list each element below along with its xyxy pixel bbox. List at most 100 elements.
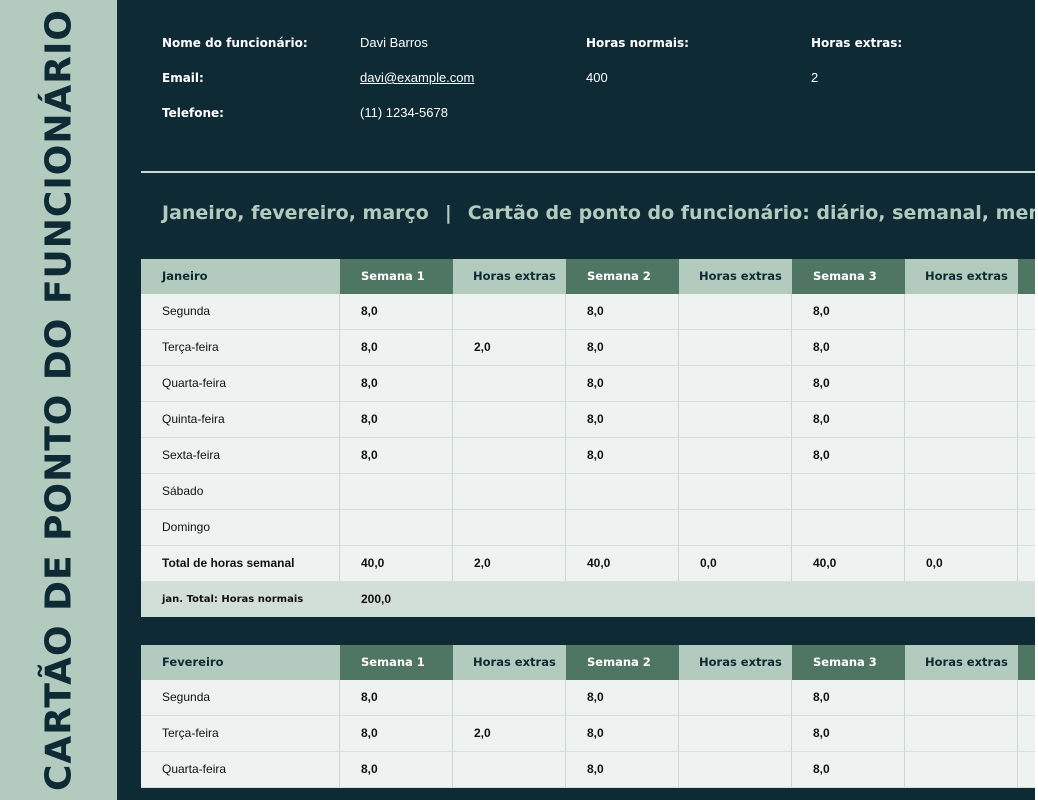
extra-hours-cell[interactable] [453,510,566,545]
hours-cell[interactable]: 8,0 [792,330,905,365]
month-header: Janeiro [141,259,340,294]
hours-cell[interactable]: 8,0 [566,402,679,437]
extra-hours-header: Horas extras [453,645,566,680]
table-row: Quinta-feira 8,0 8,0 8,0 [141,402,1035,438]
day-label: Sábado [141,474,340,509]
hours-cell[interactable] [792,474,905,509]
hours-cell[interactable]: 8,0 [792,680,905,715]
extra-hours-cell[interactable] [679,402,792,437]
normal-hours-label: Horas normais: [586,36,689,50]
day-label: Segunda [141,680,340,715]
next-week-cell [1018,752,1035,787]
hours-cell[interactable] [340,474,453,509]
hours-cell[interactable]: 8,0 [566,680,679,715]
hours-cell[interactable]: 8,0 [566,438,679,473]
page-title: CARTÃO DE PONTO DO FUNCIONÁRIO [38,8,79,792]
next-week-cell [1018,680,1035,715]
table-row: Segunda 8,0 8,0 8,0 [141,680,1035,716]
hours-cell[interactable]: 8,0 [566,366,679,401]
hours-cell[interactable]: 8,0 [566,294,679,329]
extra-hours-cell[interactable] [679,294,792,329]
extra-hours-cell[interactable] [453,438,566,473]
extra-hours-value: 2 [811,70,819,85]
day-label: Terça-feira [141,716,340,751]
hours-cell[interactable]: 8,0 [340,294,453,329]
extra-hours-cell[interactable] [679,438,792,473]
table-row: Terça-feira 8,0 2,0 8,0 8,0 [141,330,1035,366]
next-week-cell [1018,330,1035,365]
section-heading: Cartão de ponto do funcionário: diário, … [467,202,1035,224]
extra-hours-cell[interactable] [905,510,1018,545]
day-label: Terça-feira [141,330,340,365]
extra-hours-cell[interactable] [453,402,566,437]
hours-cell[interactable]: 8,0 [340,716,453,751]
table-row: Sexta-feira 8,0 8,0 8,0 [141,438,1035,474]
next-week-header [1018,259,1035,294]
extra-hours-cell[interactable]: 2,0 [453,330,566,365]
extra-hours-cell[interactable] [905,294,1018,329]
extra-hours-cell[interactable] [905,438,1018,473]
hours-cell[interactable]: 8,0 [340,366,453,401]
extra-hours-header: Horas extras [905,259,1018,294]
email-link[interactable]: davi@example.com [360,70,474,85]
hours-cell[interactable]: 8,0 [340,680,453,715]
extra-hours-cell[interactable] [453,474,566,509]
hours-cell[interactable]: 8,0 [340,402,453,437]
next-week-cell [1018,510,1035,545]
extra-hours-header: Horas extras [679,645,792,680]
extra-hours-cell[interactable] [905,716,1018,751]
hours-cell[interactable]: 8,0 [340,438,453,473]
hours-cell[interactable]: 8,0 [340,330,453,365]
week-header: Semana 3 [792,259,905,294]
hours-cell[interactable] [566,510,679,545]
extra-hours-cell[interactable] [905,474,1018,509]
hours-cell[interactable]: 8,0 [566,752,679,787]
extra-hours-cell[interactable] [679,752,792,787]
month-total-row: jan. Total: Horas normais 200,0 [141,582,1035,617]
week-header: Semana 1 [340,259,453,294]
hours-cell[interactable] [340,510,453,545]
extra-hours-cell[interactable] [679,680,792,715]
month-total-label: jan. Total: Horas normais [141,582,340,617]
hours-cell[interactable]: 8,0 [792,752,905,787]
hours-cell[interactable]: 8,0 [340,752,453,787]
next-week-cell [1018,474,1035,509]
extra-hours-cell[interactable] [679,474,792,509]
day-label: Segunda [141,294,340,329]
next-week-cell [1018,438,1035,473]
extra-hours-cell[interactable] [679,366,792,401]
day-label: Domingo [141,510,340,545]
extra-hours-cell[interactable] [453,294,566,329]
table-header-row: Fevereiro Semana 1 Horas extras Semana 2 Hor… [141,645,1035,680]
extra-hours-cell[interactable] [905,366,1018,401]
extra-hours-cell[interactable]: 2,0 [453,716,566,751]
extra-hours-cell[interactable] [905,402,1018,437]
hours-cell[interactable]: 8,0 [792,438,905,473]
week-header: Semana 3 [792,645,905,680]
extra-hours-cell[interactable] [453,366,566,401]
weekly-total-cell: 40,0 [792,546,905,581]
hours-cell[interactable]: 8,0 [792,294,905,329]
extra-hours-cell[interactable] [905,680,1018,715]
extra-hours-cell[interactable] [453,752,566,787]
table-row: Quarta-feira 8,0 8,0 8,0 [141,752,1035,788]
next-week-cell [1018,716,1035,751]
day-label: Quarta-feira [141,366,340,401]
extra-hours-cell[interactable] [679,716,792,751]
hours-cell[interactable]: 8,0 [566,330,679,365]
table-header-row: Janeiro Semana 1 Horas extras Semana 2 Horas… [141,259,1035,294]
hours-cell[interactable]: 8,0 [792,716,905,751]
weekly-total-cell: 40,0 [340,546,453,581]
hours-cell[interactable]: 8,0 [792,366,905,401]
extra-hours-cell[interactable] [453,680,566,715]
hours-cell[interactable]: 8,0 [792,402,905,437]
next-week-cell [1018,366,1035,401]
hours-cell[interactable]: 8,0 [566,716,679,751]
extra-hours-cell[interactable] [679,510,792,545]
hours-cell[interactable] [566,474,679,509]
extra-hours-cell[interactable] [679,330,792,365]
extra-hours-cell[interactable] [905,752,1018,787]
weekly-total-cell: 40,0 [566,546,679,581]
extra-hours-cell[interactable] [905,330,1018,365]
hours-cell[interactable] [792,510,905,545]
